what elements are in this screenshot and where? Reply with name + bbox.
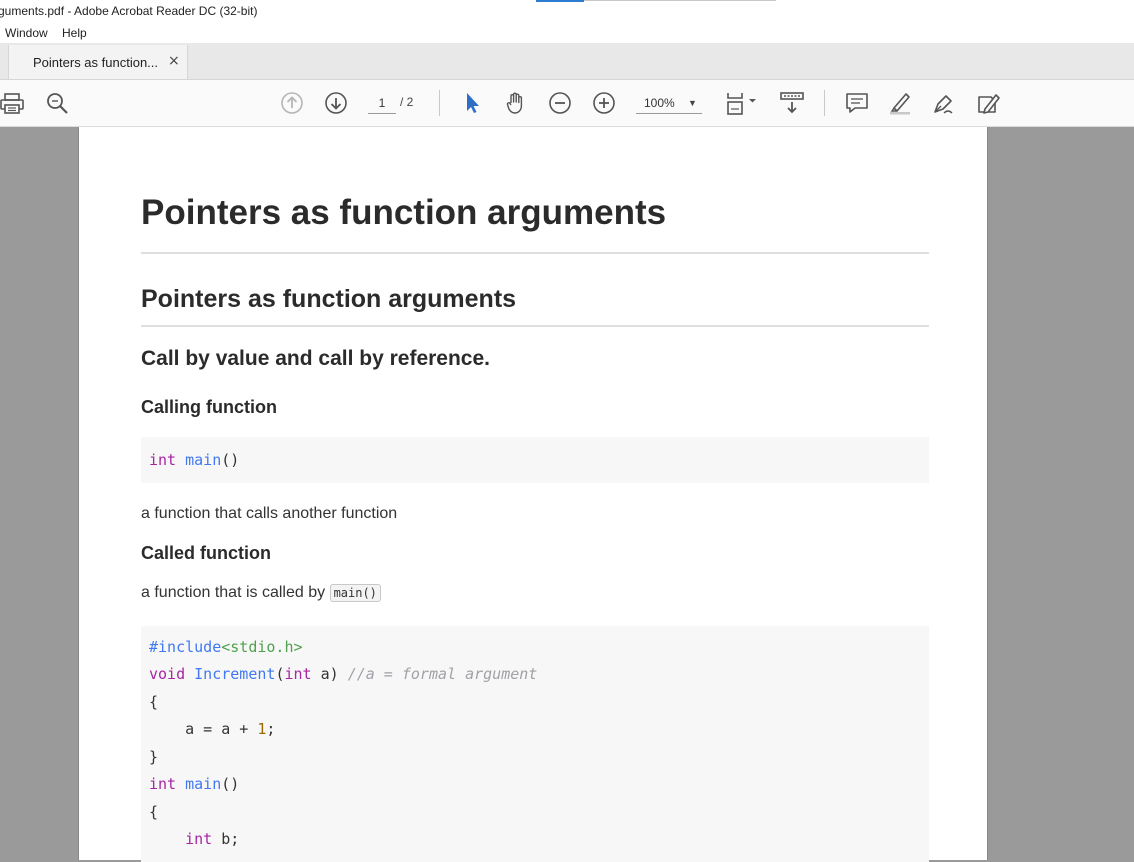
page-total: / 2: [400, 95, 414, 109]
code-line: int main(): [149, 775, 240, 793]
menu-help[interactable]: Help: [62, 26, 87, 40]
window-title: guments.pdf - Adobe Acrobat Reader DC (3…: [0, 4, 258, 18]
fit-page-icon[interactable]: [724, 91, 760, 115]
toolbar-divider: [439, 90, 440, 116]
section-divider: [141, 325, 929, 327]
page-title: Pointers as function arguments: [141, 193, 667, 232]
subsection-heading: Call by value and call by reference.: [141, 347, 490, 370]
document-tab-label: Pointers as function...: [33, 55, 159, 70]
tab-bar: Pointers as function... ×: [0, 43, 1134, 80]
calling-description: a function that calls another function: [141, 505, 398, 522]
comment-icon[interactable]: [845, 91, 869, 115]
close-tab-icon[interactable]: ×: [168, 53, 180, 69]
scroll-mode-icon[interactable]: [780, 91, 804, 115]
menu-bar: Window Help: [0, 22, 1134, 44]
code-line: int b;: [185, 830, 240, 848]
title-divider: [141, 252, 929, 254]
search-icon[interactable]: [45, 91, 69, 115]
zoom-in-icon[interactable]: [592, 91, 616, 115]
code-line: }: [149, 748, 159, 766]
document-tab[interactable]: Pointers as function... ×: [8, 45, 188, 79]
code-line: a = a + 1;: [149, 720, 276, 738]
titlebar-accent: [536, 0, 584, 2]
highlight-icon[interactable]: [888, 91, 912, 115]
print-icon[interactable]: [0, 91, 24, 115]
title-bar: guments.pdf - Adobe Acrobat Reader DC (3…: [0, 0, 1134, 22]
code-line: {: [149, 693, 159, 711]
example-code-block: #include<stdio.h> void Increment(int a) …: [141, 626, 929, 862]
draw-icon[interactable]: [932, 91, 956, 115]
pdf-page: Pointers as function arguments Pointers …: [78, 127, 988, 862]
calling-function-heading: Calling function: [141, 397, 277, 417]
zoom-out-icon[interactable]: [548, 91, 572, 115]
fill-sign-icon[interactable]: [976, 91, 1000, 115]
code-line: int main(): [149, 451, 240, 469]
calling-code-block: int main(): [141, 437, 929, 483]
zoom-value: 100%: [644, 96, 675, 110]
select-tool-icon[interactable]: [461, 91, 485, 115]
page-number-input[interactable]: 1: [368, 93, 396, 114]
inline-code: main(): [329, 584, 381, 602]
code-line: {: [149, 803, 159, 821]
previous-page-icon[interactable]: [280, 91, 304, 115]
chevron-down-icon: ▼: [688, 98, 697, 108]
hand-tool-icon[interactable]: [504, 91, 528, 115]
titlebar-divider: [584, 0, 776, 1]
menu-window[interactable]: Window: [5, 26, 48, 40]
next-page-icon[interactable]: [324, 91, 348, 115]
toolbar: 1 / 2 100% ▼: [0, 80, 1134, 127]
called-description: a function that is called by main(): [141, 584, 381, 602]
called-function-heading: Called function: [141, 543, 271, 563]
zoom-select[interactable]: 100% ▼: [636, 93, 702, 114]
toolbar-divider-2: [824, 90, 825, 116]
code-line: #include<stdio.h>: [149, 638, 303, 656]
code-line: void Increment(int a) //a = formal argum…: [149, 665, 538, 683]
section-heading: Pointers as function arguments: [141, 285, 517, 313]
